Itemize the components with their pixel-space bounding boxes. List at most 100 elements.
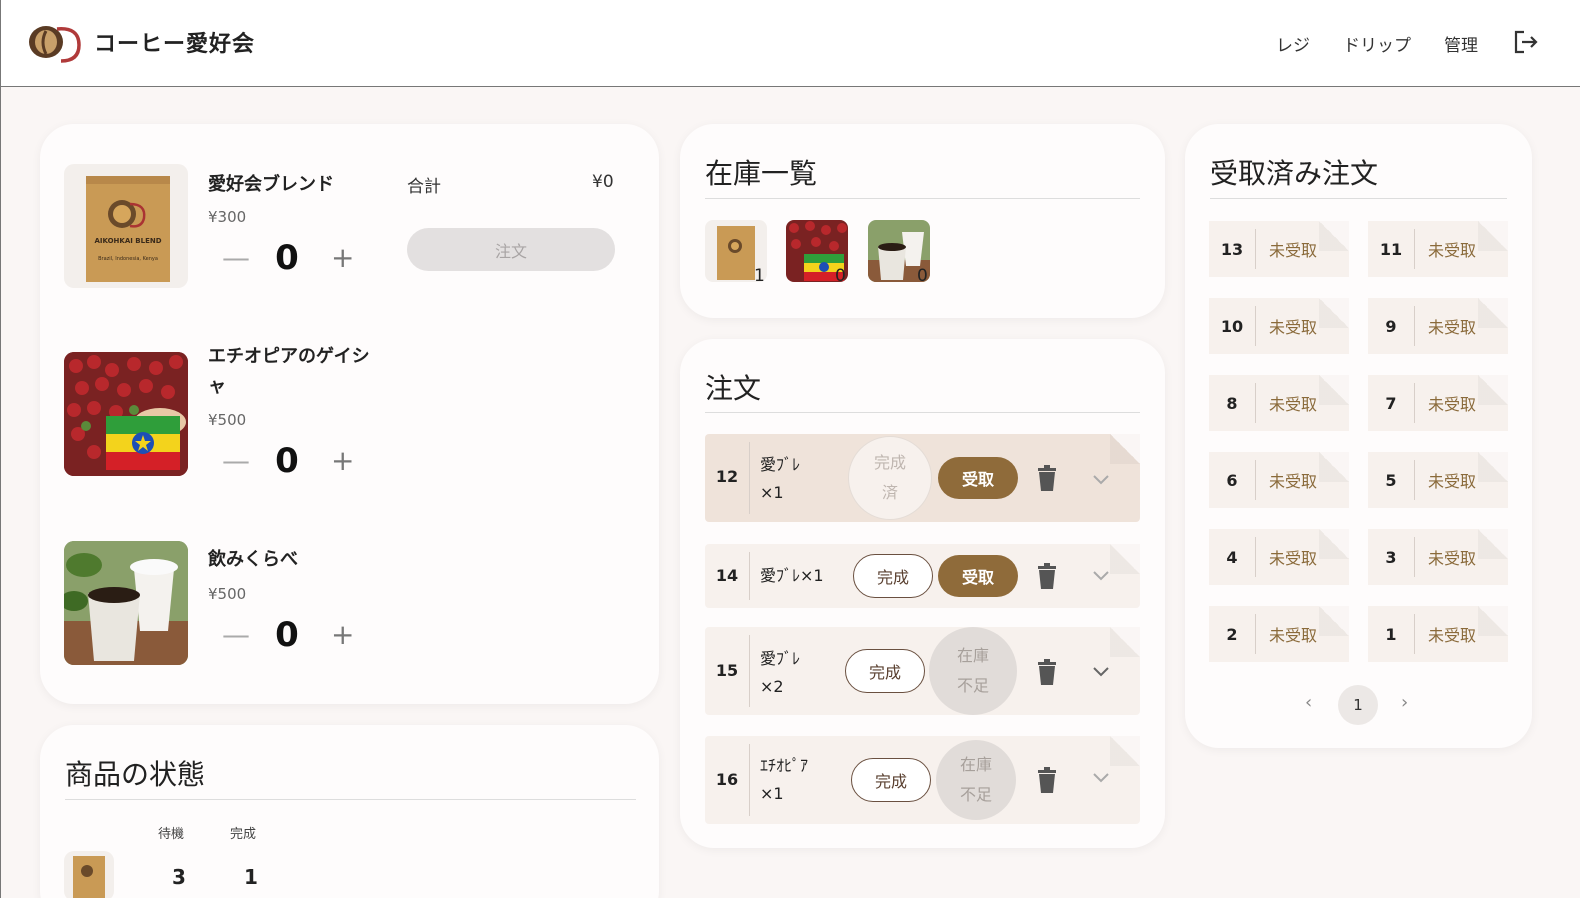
qty-plus-button[interactable]: + [331, 621, 354, 649]
stock-count: 0 [835, 266, 846, 286]
received-order-tile[interactable]: 2 未受取 [1209, 606, 1349, 662]
corner-fold [1319, 452, 1349, 482]
received-order-tile[interactable]: 7 未受取 [1368, 375, 1508, 431]
received-order-status: 未受取 [1269, 626, 1318, 645]
divider [1414, 306, 1415, 346]
orders-title: 注文 [705, 372, 762, 405]
app-header: コーヒー愛好会 レジ ドリップ 管理 [1, 0, 1580, 87]
chevron-down-icon[interactable] [1092, 666, 1110, 678]
received-order-number: 11 [1379, 239, 1403, 259]
qty-plus-button[interactable]: + [331, 447, 354, 475]
divider [705, 198, 1140, 199]
receive-button[interactable]: 受取 [938, 555, 1018, 597]
received-order-tile[interactable]: 8 未受取 [1209, 375, 1349, 431]
pagination-page-1[interactable]: 1 [1338, 685, 1378, 725]
received-order-number: 5 [1385, 470, 1397, 490]
corner-fold [1478, 452, 1508, 482]
divider [705, 412, 1140, 413]
stock-card: 在庫一覧 1 0 0 [680, 124, 1165, 318]
received-order-status: 未受取 [1428, 241, 1477, 260]
order-button[interactable]: 注文 [407, 228, 615, 271]
bag-sub: Brazil, Indonesia, Kenya [98, 256, 158, 262]
received-order-tile[interactable]: 13 未受取 [1209, 221, 1349, 277]
received-order-tile[interactable]: 4 未受取 [1209, 529, 1349, 585]
order-item: 愛ﾌﾞﾚ ×2 [760, 645, 800, 701]
out-of-stock-label: 在庫 [959, 755, 992, 774]
chevron-down-icon[interactable] [1092, 570, 1110, 582]
logout-icon[interactable] [1512, 28, 1540, 56]
received-order-number: 6 [1226, 470, 1238, 490]
chevron-down-icon[interactable] [1092, 474, 1110, 486]
qty-minus-button[interactable]: — [222, 244, 250, 272]
divider [1414, 537, 1415, 577]
complete-button[interactable]: 完成 [845, 649, 925, 693]
pagination-prev-icon[interactable]: ‹ [1305, 692, 1312, 713]
trash-icon[interactable] [1036, 465, 1058, 491]
out-of-stock-label: 不足 [956, 676, 989, 695]
divider [749, 552, 750, 600]
divider [65, 799, 636, 800]
received-order-number: 9 [1385, 316, 1397, 336]
received-order-tile[interactable]: 10 未受取 [1209, 298, 1349, 354]
qty-minus-button[interactable]: — [222, 447, 250, 475]
received-order-status: 未受取 [1428, 549, 1477, 568]
received-orders-card: 受取済み注文 13 未受取 11 未受取 10 未受取 9 未受取 8 未受取 7 未受取 6 未受取 5 未… [1185, 124, 1532, 748]
divider [749, 442, 750, 514]
complete-button[interactable]: 完成 [853, 554, 933, 598]
order-number: 14 [715, 566, 739, 585]
received-order-status: 未受取 [1269, 472, 1318, 491]
trash-icon[interactable] [1036, 767, 1058, 793]
order-row: 12 愛ﾌﾞﾚ ×1 完成済 受取 [705, 434, 1140, 522]
received-order-status: 未受取 [1428, 472, 1477, 491]
order-item-line: ｴﾁｵﾋﾟｱ [760, 756, 809, 775]
status-col-waiting: 待機 [158, 827, 185, 842]
trash-icon[interactable] [1036, 659, 1058, 685]
order-number: 15 [715, 661, 739, 680]
received-order-status: 未受取 [1269, 395, 1318, 414]
qty-minus-button[interactable]: — [222, 621, 250, 649]
received-order-number: 4 [1226, 547, 1238, 567]
bag-label: AIKOHKAI BLEND [94, 237, 162, 245]
chevron-down-icon[interactable] [1092, 772, 1110, 784]
received-order-number: 2 [1226, 624, 1238, 644]
product-image-blend: AIKOHKAI BLEND Brazil, Indonesia, Kenya [64, 164, 188, 288]
order-row: 16 ｴﾁｵﾋﾟｱ ×1 完成 在庫 不足 [705, 736, 1140, 824]
corner-fold [1110, 627, 1140, 657]
receive-button[interactable]: 受取 [938, 457, 1018, 499]
product-image-geisha [64, 352, 188, 476]
nav-drip[interactable]: ドリップ [1343, 31, 1411, 56]
divider [1255, 614, 1256, 654]
product-name: エチオピアのゲイシャ [208, 346, 370, 397]
received-order-tile[interactable]: 11 未受取 [1368, 221, 1508, 277]
corner-fold [1319, 375, 1349, 405]
status-product-image [64, 851, 114, 898]
received-order-tile[interactable]: 6 未受取 [1209, 452, 1349, 508]
divider [1414, 383, 1415, 423]
product-name: 飲みくらべ [208, 549, 298, 570]
out-of-stock-indicator: 在庫 不足 [929, 627, 1017, 715]
divider [749, 635, 750, 707]
qty-value: 0 [275, 441, 299, 481]
trash-icon[interactable] [1036, 563, 1058, 589]
order-item: 愛ﾌﾞﾚ×1 [760, 566, 824, 585]
product-price: ¥500 [208, 585, 247, 603]
complete-button[interactable]: 完成 [851, 758, 931, 802]
received-order-tile[interactable]: 3 未受取 [1368, 529, 1508, 585]
received-order-tile[interactable]: 9 未受取 [1368, 298, 1508, 354]
pagination-next-icon[interactable]: › [1401, 692, 1408, 713]
product-price: ¥300 [208, 208, 247, 226]
total-value: ¥0 [592, 172, 614, 192]
status-done-value: 1 [244, 865, 258, 889]
received-order-tile[interactable]: 1 未受取 [1368, 606, 1508, 662]
received-order-number: 1 [1385, 624, 1397, 644]
divider [1255, 306, 1256, 346]
received-order-number: 8 [1226, 393, 1238, 413]
nav-register[interactable]: レジ [1276, 31, 1310, 56]
corner-fold [1478, 298, 1508, 328]
received-order-tile[interactable]: 5 未受取 [1368, 452, 1508, 508]
order-row: 14 愛ﾌﾞﾚ×1 完成 受取 [705, 544, 1140, 608]
received-order-number: 10 [1220, 316, 1244, 336]
qty-plus-button[interactable]: + [331, 244, 354, 272]
corner-fold [1319, 529, 1349, 559]
nav-admin[interactable]: 管理 [1444, 31, 1478, 56]
